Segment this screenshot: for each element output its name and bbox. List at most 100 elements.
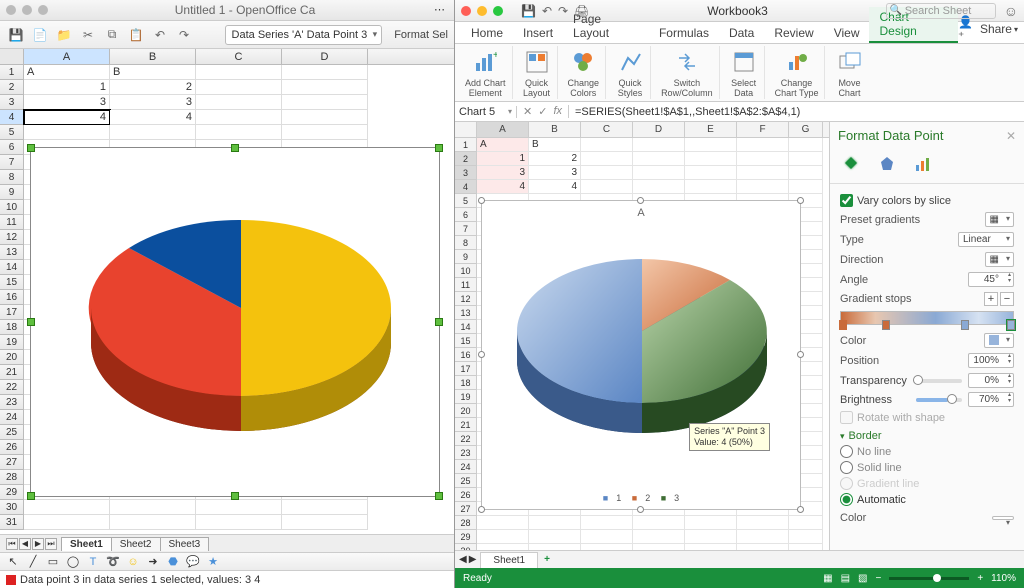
gradient-stop[interactable] [961,320,969,330]
brightness-input[interactable]: 70% [968,392,1014,407]
rib-quick-layout[interactable]: Quick Layout [517,46,558,99]
border-section[interactable]: Border [840,430,1014,442]
traffic-lights[interactable] [6,5,48,15]
pointer-icon[interactable]: ↖ [6,555,20,569]
name-box[interactable]: Chart 5▾ [455,106,517,118]
sheet-tab[interactable]: Sheet1 [480,552,538,568]
angle-input[interactable]: 45° [968,272,1014,287]
view-pagelayout-icon[interactable]: ▤ [841,573,850,584]
oo-sheet-tabs[interactable]: ⏮◀▶⏭ Sheet1 Sheet2 Sheet3 [0,534,454,552]
paste-icon[interactable]: 📋 [126,25,146,45]
ex-grid[interactable]: A B C D E F G 1AB 212 333 444 5678910111… [455,122,829,550]
prev-sheet-icon[interactable]: ◀ [459,554,467,565]
search-input[interactable]: Search Sheet [886,3,996,19]
fill-tab-icon[interactable] [840,153,862,175]
vary-colors-checkbox[interactable] [840,194,853,207]
oo-titlebar[interactable]: Untitled 1 - OpenOffice Ca ⋯ [0,0,454,21]
brightness-slider[interactable] [916,398,962,402]
doc-icon[interactable]: 📄 [30,25,50,45]
last-tab-icon[interactable]: ⏭ [45,538,57,550]
close-icon[interactable]: ✕ [1006,129,1016,143]
share-button[interactable]: 👤⁺Share▾ [958,15,1018,43]
sheet-tab-1[interactable]: Sheet1 [61,537,112,551]
sheet-tab-2[interactable]: Sheet2 [111,537,161,551]
add-sheet-button[interactable]: + [538,552,556,567]
arrow-shape-icon[interactable]: ➜ [146,555,160,569]
zoom-slider[interactable] [889,577,969,580]
text-icon[interactable]: T [86,555,100,569]
sheet-tab-3[interactable]: Sheet3 [160,537,210,551]
tab-home[interactable]: Home [461,23,513,43]
undo-icon[interactable]: ↶ [150,25,170,45]
curve-icon[interactable]: ➰ [106,555,120,569]
gradient-stop-selected[interactable] [1007,320,1015,330]
line-icon[interactable]: ╱ [26,555,40,569]
direction-dropdown[interactable]: ▦ [985,252,1014,267]
rib-switch-rowcol[interactable]: Switch Row/Column [655,46,720,99]
ex-column-headers[interactable]: A B C D E F G [455,122,829,138]
tab-pagelayout[interactable]: Page Layout [563,9,649,43]
format-selection-label[interactable]: Format Sel [394,29,448,41]
rect-icon[interactable]: ▭ [46,555,60,569]
next-sheet-icon[interactable]: ▶ [469,554,477,565]
rib-select-data[interactable]: Select Data [724,46,765,99]
oo-grid[interactable]: A B C D 1AB 212 333 444 5 67891011121314… [0,49,454,534]
rib-change-type[interactable]: Change Chart Type [769,46,826,99]
redo-icon[interactable]: ↷ [174,25,194,45]
tab-view[interactable]: View [824,23,870,43]
ellipse-icon[interactable]: ◯ [66,555,80,569]
ex-pie-chart[interactable]: A Series "A" P [481,200,801,510]
zoom-out-icon[interactable]: − [875,573,881,584]
type-dropdown[interactable]: Linear [958,232,1014,247]
tab-formulas[interactable]: Formulas [649,23,719,43]
tab-review[interactable]: Review [764,23,823,43]
rib-quick-styles[interactable]: Quick Styles [610,46,651,99]
gradient-stops-bar[interactable] [840,311,1014,325]
enter-icon[interactable]: ✓ [538,105,547,118]
transparency-input[interactable]: 0% [968,373,1014,388]
name-box[interactable]: Data Series 'A' Data Point 3 [225,25,383,45]
effects-tab-icon[interactable] [876,153,898,175]
fx-icon[interactable]: fx [553,105,562,118]
save-icon[interactable]: 💾 [521,4,536,18]
callout-icon[interactable]: 💬 [186,555,200,569]
automatic-radio[interactable] [840,493,853,506]
star-icon[interactable]: ★ [206,555,220,569]
border-color-picker[interactable] [992,516,1014,520]
formula-input[interactable]: =SERIES(Sheet1!$A$1,,Sheet1!$A$2:$A$4,1) [569,106,1024,118]
next-tab-icon[interactable]: ▶ [32,538,44,550]
add-stop-button[interactable]: + [984,292,998,306]
folder-icon[interactable]: 📁 [54,25,74,45]
cancel-icon[interactable]: ✕ [523,105,532,118]
position-input[interactable]: 100% [968,353,1014,368]
gradient-stop[interactable] [882,320,890,330]
transparency-slider[interactable] [916,379,962,383]
copy-icon[interactable]: ⧉ [102,25,122,45]
color-picker[interactable] [984,333,1014,348]
zoom-in-icon[interactable]: + [977,573,983,584]
rib-move-chart[interactable]: Move Chart [829,46,869,99]
smiley-icon[interactable]: ☺ [126,555,140,569]
chart-legend[interactable]: ■1 ■2 ■3 [482,493,800,503]
preset-gradients-dropdown[interactable]: ▦ [985,212,1014,227]
oo-column-headers[interactable]: A B C D [0,49,454,65]
selected-cell-a4[interactable]: 4 [24,110,110,125]
cut-icon[interactable]: ✂ [78,25,98,45]
undo-icon[interactable]: ↶ [542,4,552,18]
flowchart-icon[interactable]: ⬣ [166,555,180,569]
remove-stop-button[interactable]: − [1000,292,1014,306]
rib-add-chart-element[interactable]: +Add Chart Element [459,46,513,99]
save-icon[interactable]: 💾 [6,25,26,45]
no-line-radio[interactable] [840,445,853,458]
zoom-level[interactable]: 110% [991,573,1016,584]
chart-title[interactable]: A [482,207,800,219]
view-pagebreak-icon[interactable]: ▧ [858,573,867,584]
col-header-d[interactable]: D [282,49,368,64]
tab-data[interactable]: Data [719,23,764,43]
view-normal-icon[interactable]: ▦ [823,573,832,584]
col-header-b[interactable]: B [110,49,196,64]
first-tab-icon[interactable]: ⏮ [6,538,18,550]
prev-tab-icon[interactable]: ◀ [19,538,31,550]
rib-change-colors[interactable]: Change Colors [562,46,607,99]
gradient-stop[interactable] [839,320,847,330]
